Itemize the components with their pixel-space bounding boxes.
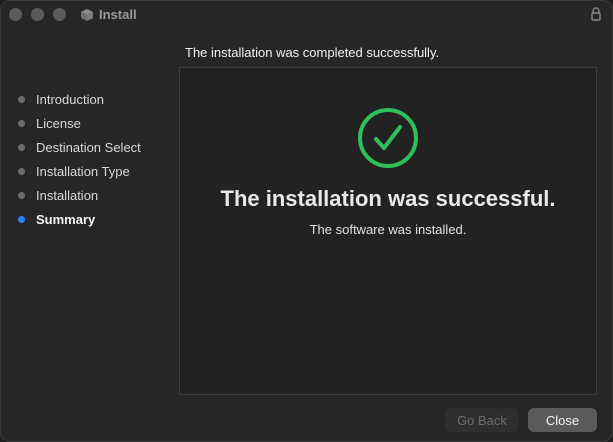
status-header: The installation was completed successfu… (185, 45, 440, 60)
window-title-wrap: Install (80, 7, 137, 22)
step-sidebar: Introduction License Destination Select … (18, 87, 178, 231)
close-window-button[interactable] (9, 8, 22, 21)
sidebar-item-label: Summary (36, 211, 96, 227)
close-button[interactable]: Close (528, 408, 597, 432)
sidebar-item-installation-type: Installation Type (18, 159, 178, 183)
go-back-button[interactable]: Go Back (445, 408, 519, 432)
step-dot-icon (18, 95, 25, 103)
checkmark-circle-icon (358, 108, 418, 168)
minimize-window-button[interactable] (31, 8, 44, 21)
sidebar-item-label: Installation (36, 187, 99, 203)
zoom-window-button[interactable] (53, 8, 66, 21)
title-bar[interactable]: Install (1, 1, 612, 28)
sidebar-item-label: License (36, 115, 81, 131)
sidebar-item-label: Installation Type (36, 163, 130, 179)
step-dot-icon (18, 191, 25, 199)
success-subtitle: The software was installed. (309, 222, 467, 237)
sidebar-item-label: Introduction (36, 91, 104, 107)
sidebar-item-destination-select: Destination Select (18, 135, 178, 159)
step-dot-icon (18, 167, 25, 175)
sidebar-item-license: License (18, 111, 178, 135)
step-dot-active-icon (18, 215, 25, 223)
sidebar-item-installation: Installation (18, 183, 178, 207)
step-dot-icon (18, 119, 25, 127)
window-title: Install (99, 7, 137, 22)
lock-icon (591, 7, 601, 21)
sidebar-item-introduction: Introduction (18, 87, 178, 111)
step-dot-icon (18, 143, 25, 151)
window-controls (9, 8, 66, 21)
success-title: The installation was successful. (220, 186, 556, 211)
sidebar-item-label: Destination Select (36, 139, 141, 155)
package-icon (81, 8, 93, 21)
sidebar-item-summary: Summary (18, 207, 178, 231)
summary-panel: The installation was successful. The sof… (179, 67, 597, 395)
installer-window: Install The installation was completed s… (0, 0, 613, 442)
